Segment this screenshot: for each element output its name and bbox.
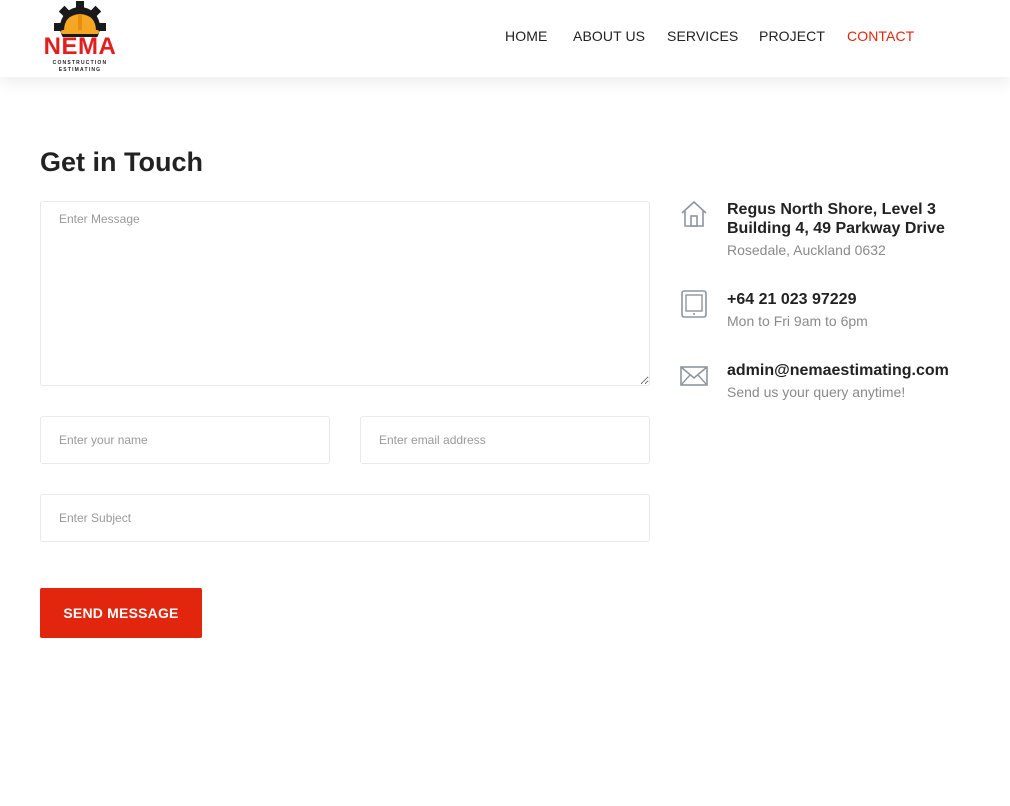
nav-about-us[interactable]: ABOUT US xyxy=(573,28,645,44)
nav-project[interactable]: PROJECT xyxy=(759,28,825,44)
address-line-1: Regus North Shore, Level 3 xyxy=(727,201,936,218)
logo-tagline: CONSTRUCTION xyxy=(52,60,108,66)
name-input[interactable] xyxy=(40,416,330,464)
nav-home[interactable]: HOME xyxy=(505,28,547,44)
email-address[interactable]: admin@nemaestimating.com xyxy=(727,361,949,380)
nav-contact[interactable]: CONTACT xyxy=(847,28,914,44)
email-input[interactable] xyxy=(360,416,650,464)
subject-input[interactable] xyxy=(40,494,650,542)
site-logo[interactable]: NEMA CONSTRUCTION ESTIMATING xyxy=(42,1,118,75)
logo-name: NEMA xyxy=(43,33,117,60)
site-header: NEMA CONSTRUCTION ESTIMATING HOME ABOUT … xyxy=(0,0,1010,77)
nav-services[interactable]: SERVICES xyxy=(667,28,738,44)
address-city: Rosedale, Auckland 0632 xyxy=(727,242,886,258)
gear-hardhat-icon xyxy=(54,1,106,37)
email-note: Send us your query anytime! xyxy=(727,384,906,400)
logo-tagline: ESTIMATING xyxy=(58,67,102,73)
send-message-button[interactable]: SEND MESSAGE xyxy=(40,588,202,638)
phone-hours: Mon to Fri 9am to 6pm xyxy=(727,313,868,329)
message-textarea[interactable] xyxy=(40,201,650,386)
page-title: Get in Touch xyxy=(40,147,203,177)
envelope-icon xyxy=(680,366,708,386)
tablet-icon xyxy=(681,290,707,318)
address-line-2: Building 4, 49 Parkway Drive xyxy=(727,220,945,237)
phone-number[interactable]: +64 21 023 97229 xyxy=(727,290,856,309)
home-icon xyxy=(681,201,707,227)
